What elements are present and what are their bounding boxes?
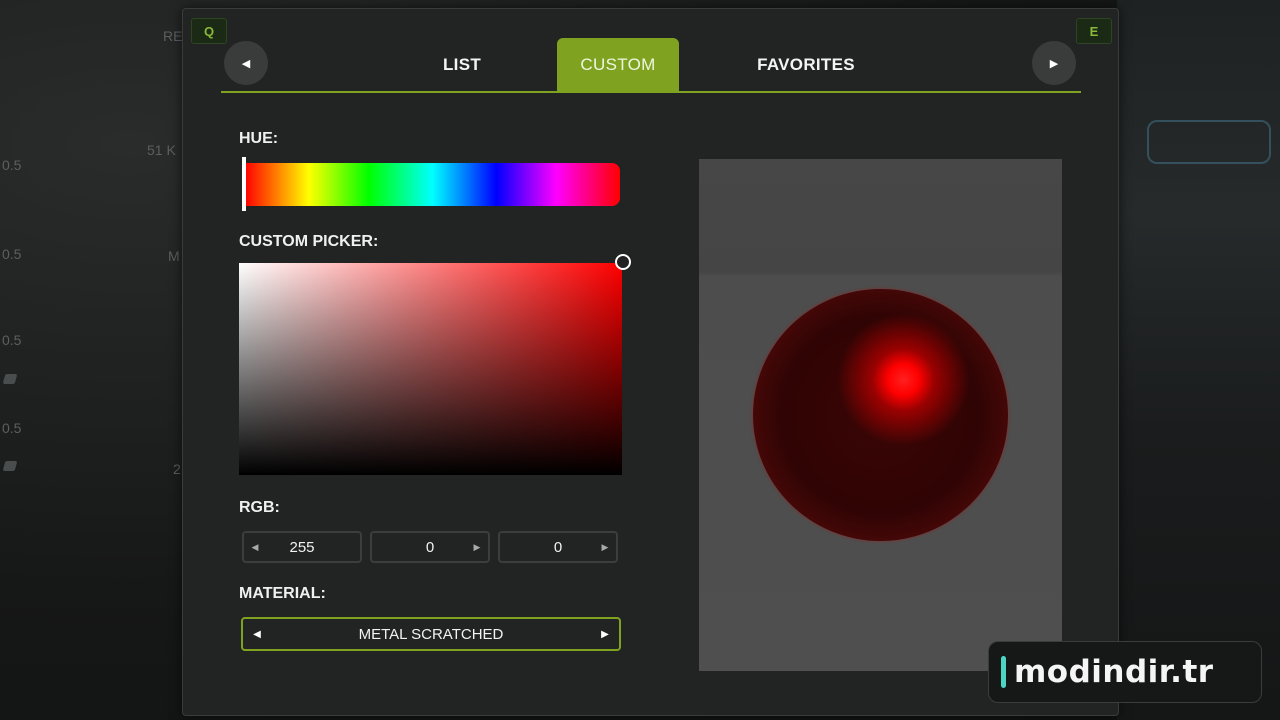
background-text: 0.5 bbox=[2, 157, 22, 173]
chevron-left-icon: ◀ bbox=[241, 56, 251, 70]
logo-bar-icon bbox=[1001, 656, 1006, 688]
blue-stepper[interactable]: 0 ▶ bbox=[498, 531, 618, 563]
arrow-left-icon[interactable]: ◀ bbox=[244, 542, 266, 553]
red-stepper[interactable]: ◀ 255 bbox=[242, 531, 362, 563]
saturation-brightness-picker[interactable] bbox=[239, 263, 622, 475]
next-tab-button[interactable]: ▶ bbox=[1032, 41, 1076, 85]
tab-custom[interactable]: CUSTOM bbox=[557, 38, 679, 92]
hue-label: HUE: bbox=[239, 130, 279, 147]
arrow-right-icon[interactable]: ▶ bbox=[591, 629, 619, 640]
hue-slider[interactable] bbox=[245, 163, 620, 206]
background-text: RE bbox=[163, 28, 183, 44]
watermark-text: modindir.tr bbox=[1014, 654, 1214, 690]
prev-tab-button[interactable]: ◀ bbox=[224, 41, 268, 85]
tab-favorites[interactable]: FAVORITES bbox=[731, 38, 881, 92]
color-picker-panel: Q E ◀ ▶ LIST CUSTOM FAVORITES HUE: CUSTO… bbox=[182, 8, 1119, 716]
tab-underline bbox=[221, 91, 1081, 93]
watermark-logo: modindir.tr bbox=[988, 641, 1262, 703]
material-value: METAL SCRATCHED bbox=[358, 625, 504, 643]
background-text: 0.5 bbox=[2, 246, 22, 262]
green-value: 0 bbox=[425, 538, 435, 556]
chevron-right-icon: ▶ bbox=[1049, 56, 1059, 70]
material-selector[interactable]: ◀ METAL SCRATCHED ▶ bbox=[241, 617, 621, 651]
custom-picker-label: CUSTOM PICKER: bbox=[239, 233, 379, 250]
rgb-label: RGB: bbox=[239, 499, 280, 516]
arrow-left-icon[interactable]: ◀ bbox=[243, 629, 271, 640]
hue-slider-handle[interactable] bbox=[242, 157, 246, 211]
background-text: 2 bbox=[173, 461, 181, 477]
red-value: 255 bbox=[289, 538, 315, 556]
preview-sphere bbox=[753, 289, 1008, 541]
background-text: M bbox=[168, 248, 180, 264]
material-label: MATERIAL: bbox=[239, 585, 326, 602]
arrow-right-icon[interactable]: ▶ bbox=[466, 542, 488, 553]
background-text: 51 K bbox=[147, 142, 176, 158]
key-hint-e: E bbox=[1076, 18, 1112, 44]
material-preview bbox=[699, 159, 1062, 671]
background-pipe bbox=[1147, 120, 1271, 164]
background-text: 0.5 bbox=[2, 332, 22, 348]
picker-handle[interactable] bbox=[615, 254, 631, 270]
tab-list[interactable]: LIST bbox=[403, 38, 521, 92]
key-hint-q: Q bbox=[191, 18, 227, 44]
blue-value: 0 bbox=[553, 538, 563, 556]
green-stepper[interactable]: 0 ▶ bbox=[370, 531, 490, 563]
background-scene-right bbox=[1117, 0, 1280, 720]
arrow-right-icon[interactable]: ▶ bbox=[594, 542, 616, 553]
background-text: 0.5 bbox=[2, 420, 22, 436]
